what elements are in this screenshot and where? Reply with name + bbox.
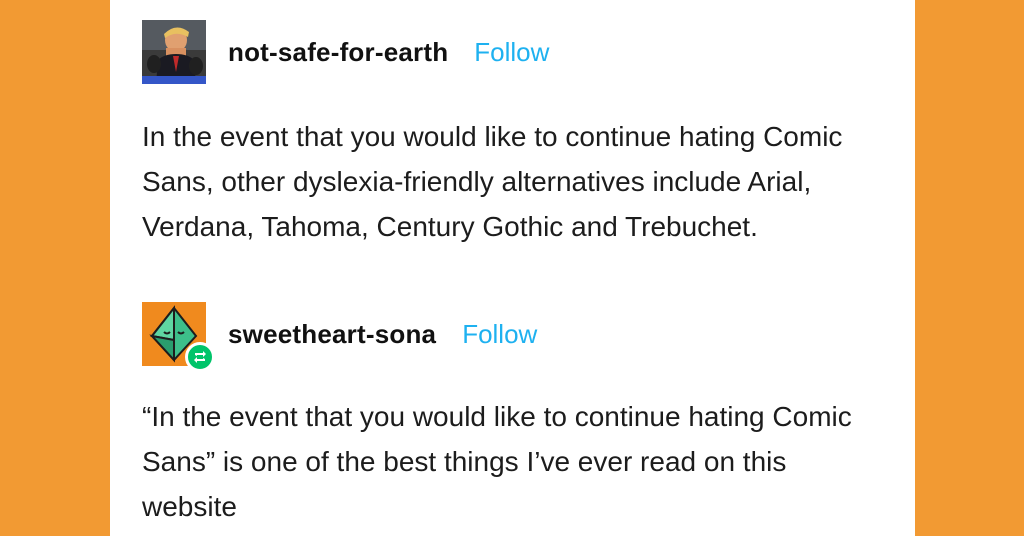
post-text: “In the event that you would like to con… (142, 401, 852, 522)
follow-button[interactable]: Follow (474, 37, 549, 68)
username[interactable]: not-safe-for-earth (228, 37, 448, 68)
profile-photo-avatar-icon (142, 20, 206, 84)
post-card: not-safe-for-earth Follow In the event t… (110, 0, 915, 536)
avatar[interactable] (142, 302, 215, 372)
post-text: In the event that you would like to cont… (142, 121, 843, 242)
post-header: not-safe-for-earth Follow (142, 20, 549, 84)
post-header: sweetheart-sona Follow (142, 301, 537, 372)
follow-button[interactable]: Follow (462, 319, 537, 350)
avatar[interactable] (142, 20, 206, 84)
reblog-icon (185, 342, 215, 372)
username[interactable]: sweetheart-sona (228, 319, 436, 350)
